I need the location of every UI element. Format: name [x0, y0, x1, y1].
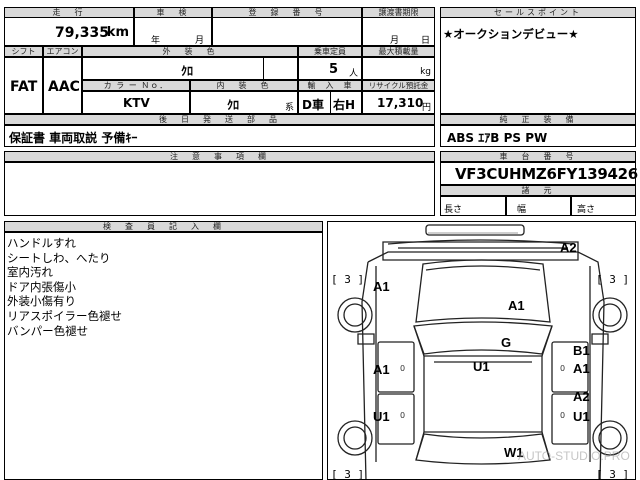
damage-mark-g-windshield: G — [501, 335, 512, 350]
height-label: 高さ — [577, 205, 596, 215]
exterior-color-divider — [263, 58, 264, 79]
width-cell: 幅 — [506, 196, 571, 216]
inspector-note: バンパー色褪せ — [7, 323, 89, 338]
interior-color-unit: 系 — [284, 103, 294, 113]
dimensions-header: 諸 元 — [440, 185, 636, 196]
deferred-parts-value: 保証書 車両取説 予備ｷｰ — [9, 131, 138, 145]
inspection-year-unit: 年 — [151, 36, 161, 46]
max-load-unit: kg — [420, 67, 431, 77]
zero-mark: 0 — [400, 364, 406, 373]
inspector-note: ドア内張傷小 — [7, 279, 76, 294]
inspector-notes-header: 検 査 員 記 入 欄 — [4, 221, 323, 232]
car-damage-diagram: A2 A1 A1 G U1 B1 A1 A1 A2 U1 U1 W1 [ 3 ]… — [327, 221, 636, 480]
mileage-value: 79,335 — [54, 25, 109, 41]
aircon-value: AAC — [48, 79, 80, 95]
recycle-cell: 17,310 円 — [362, 91, 435, 114]
recycle-unit: 円 — [421, 103, 431, 113]
transfer-day-unit: 日 — [421, 36, 431, 46]
chassis-number-value: VF3CUHMZ6FY139426 — [455, 165, 638, 183]
transfer-deadline-cell: 月 日 — [362, 17, 435, 46]
capacity-value: 5 — [329, 62, 339, 77]
interior-color-value: ｸﾛ — [227, 98, 240, 112]
width-label: 幅 — [517, 205, 527, 215]
equipment-cell: ABS ｴｱB PS PW — [440, 125, 636, 147]
import-header: 輸 入 車 — [298, 80, 362, 91]
equipment-header: 純 正 装 備 — [440, 114, 636, 125]
damage-mark-a1-front-left: A1 — [373, 279, 390, 294]
inspector-notes-cell: ハンドルすれ シートしわ、へたり 室内汚れ ドア内張傷小 外装小傷有り リアスポ… — [4, 232, 323, 480]
aircon-cell: AAC — [43, 57, 82, 114]
damage-mark-a1-hood: A1 — [508, 298, 525, 313]
sales-point-value: ★オークションデビュー★ — [443, 27, 579, 41]
shift-value: FAT — [10, 79, 38, 95]
length-cell: 長さ — [440, 196, 506, 216]
caution-cell — [4, 162, 435, 216]
tire-mark-rear-left: [ 3 ] — [331, 468, 365, 480]
max-load-cell: kg — [362, 57, 435, 80]
recycle-header: リサイクル預託金 — [362, 80, 435, 91]
interior-color-header: 内 装 色 — [190, 80, 298, 91]
aircon-header: エアコン — [43, 46, 82, 57]
import-handle-value: 右H — [333, 98, 356, 112]
color-no-header: カ ラ ー Ｎｏ． — [82, 80, 190, 91]
inspector-note: リアスポイラー色褪せ — [7, 308, 122, 323]
equipment-value: ABS ｴｱB PS PW — [447, 131, 548, 145]
capacity-header: 乗車定員 — [298, 46, 362, 57]
watermark: AUTO-STUDIO.PRO — [518, 449, 630, 463]
tire-mark-front-left: [ 3 ] — [331, 273, 365, 286]
caution-header: 注 意 事 項 欄 — [4, 151, 435, 162]
inspector-note: シートしわ、へたり — [7, 250, 111, 265]
exterior-color-header: 外 装 色 — [82, 46, 298, 57]
zero-mark: 0 — [400, 411, 406, 420]
inspector-note: ハンドルすれ — [7, 236, 76, 250]
car-outline-drawing — [337, 224, 628, 479]
transfer-month-unit: 月 — [390, 36, 400, 46]
sales-point-cell: ★オークションデビュー★ — [440, 17, 636, 114]
import-drive-value: D車 — [302, 98, 324, 112]
capacity-unit: 人 — [349, 69, 359, 79]
shift-cell: FAT — [4, 57, 43, 114]
import-divider — [330, 92, 331, 113]
recycle-value: 17,310 — [377, 96, 424, 110]
damage-mark-a2-right-rear: A2 — [573, 389, 590, 404]
damage-mark-u1-right-rear-door: U1 — [573, 409, 590, 424]
length-label: 長さ — [444, 205, 463, 215]
deferred-parts-header: 後 日 発 送 部 品 — [4, 114, 435, 125]
chassis-number-cell: VF3CUHMZ6FY139426 — [440, 162, 638, 185]
chassis-number-header: 車 台 番 号 — [440, 151, 636, 162]
tire-mark-front-right: [ 3 ] — [596, 273, 630, 286]
shift-header: シフト — [4, 46, 43, 57]
registration-number-cell — [212, 17, 362, 46]
capacity-cell: 5 人 — [298, 57, 362, 80]
import-cell: D車 右H — [298, 91, 362, 114]
damage-mark-a2-top: A2 — [560, 240, 577, 255]
zero-mark: 0 — [560, 364, 566, 373]
inspector-note: 外装小傷有り — [7, 294, 76, 309]
exterior-color-value: ｸﾛ — [181, 64, 194, 78]
interior-color-cell: ｸﾛ 系 — [190, 91, 298, 114]
deferred-parts-cell: 保証書 車両取説 予備ｷｰ — [4, 125, 435, 147]
height-cell: 高さ — [571, 196, 636, 216]
color-no-cell: KTV — [82, 91, 190, 114]
color-no-value: KTV — [123, 96, 150, 110]
tire-mark-rear-right: [ 3 ] — [596, 468, 630, 480]
max-load-header: 最大積載量 — [362, 46, 435, 57]
damage-mark-u1-left-rear-door: U1 — [373, 409, 390, 424]
inspection-cell: 年 月 — [134, 17, 212, 46]
mileage-cell: 79,335 km — [4, 17, 134, 46]
damage-mark-b1-right: B1 — [573, 343, 590, 358]
inspection-month-unit: 月 — [195, 36, 205, 46]
inspector-note: 室内汚れ — [7, 265, 53, 280]
damage-mark-u1-roof: U1 — [473, 359, 490, 374]
zero-mark: 0 — [560, 411, 566, 420]
exterior-color-cell: ｸﾛ — [82, 57, 298, 80]
damage-mark-a1-left-front-door: A1 — [373, 362, 390, 377]
mileage-unit: km — [106, 25, 129, 40]
damage-mark-a1-right-front-door: A1 — [573, 361, 590, 376]
